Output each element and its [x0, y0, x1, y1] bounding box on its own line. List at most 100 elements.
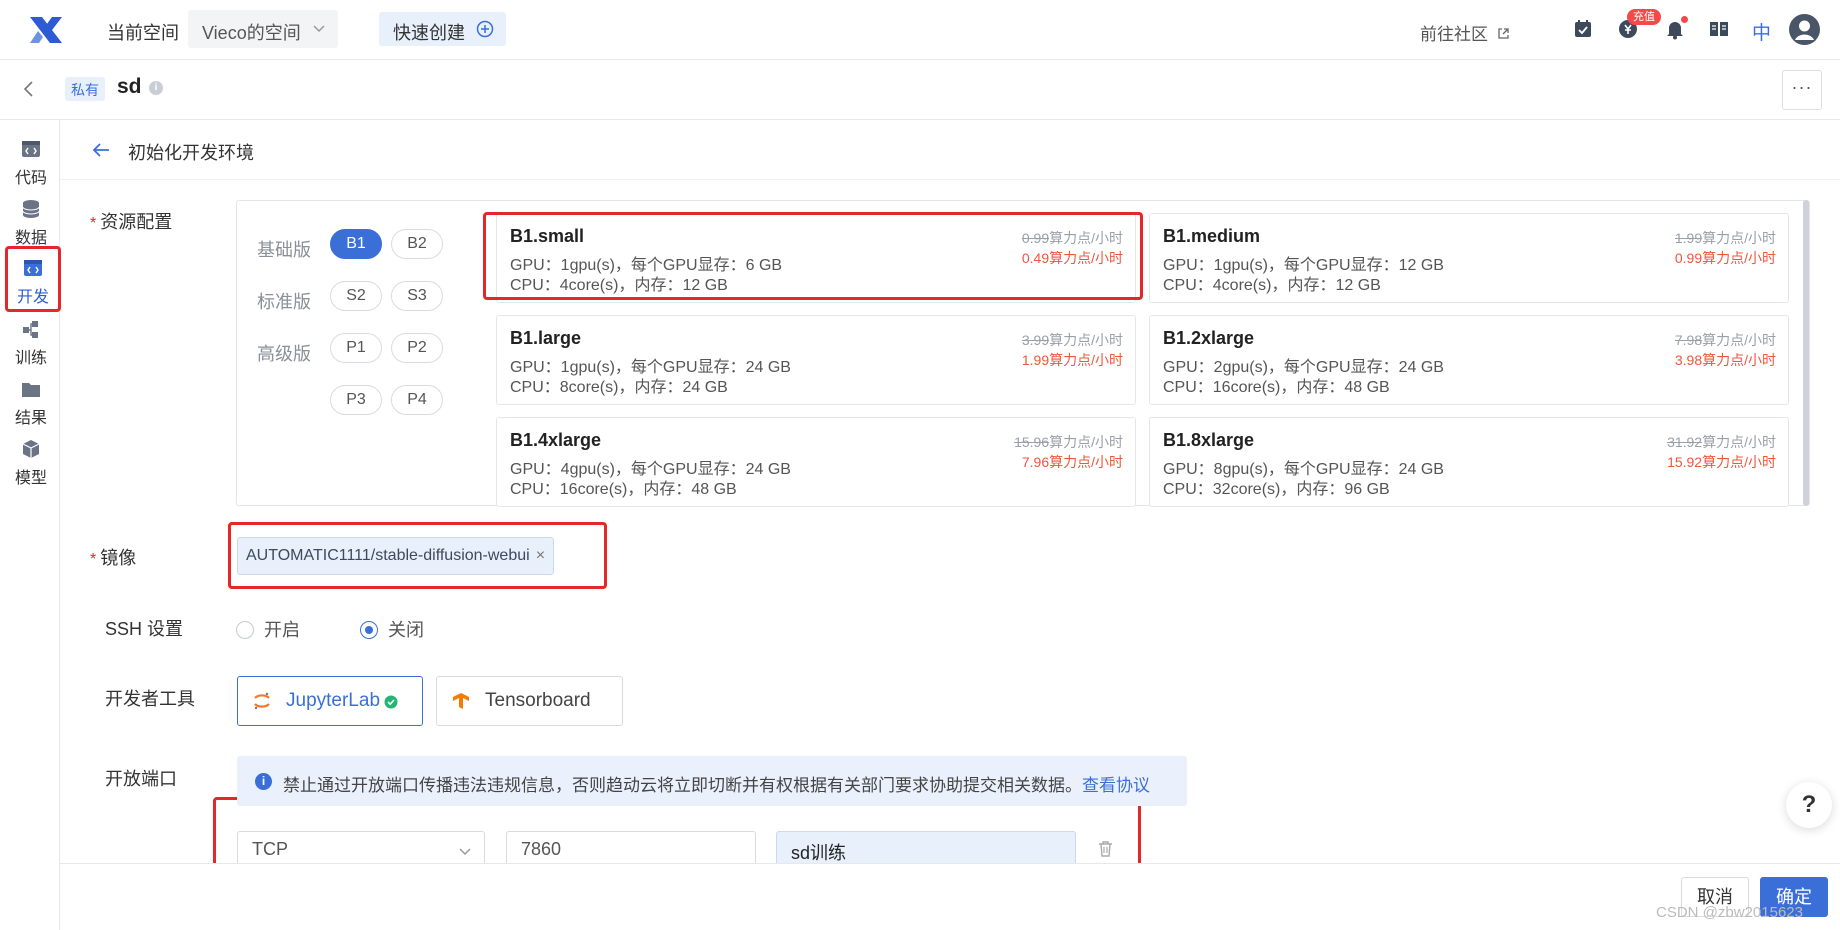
footer-bar: [60, 863, 1840, 930]
workspace-select[interactable]: Vieco的空间: [188, 10, 338, 48]
spec-card-b1-medium[interactable]: B1.medium GPU：1gpu(s)，每个GPU显存：12 GB CPU：…: [1149, 213, 1789, 303]
community-link[interactable]: 前往社区: [1420, 20, 1510, 45]
spec-name: B1.medium: [1163, 226, 1261, 246]
spec-card-b1-4xlarge[interactable]: B1.4xlarge GPU：4gpu(s)，每个GPU显存：24 GB CPU…: [496, 417, 1136, 507]
close-icon[interactable]: ×: [536, 547, 545, 564]
database-icon: [22, 200, 40, 218]
jupyter-icon: [254, 692, 270, 710]
option-p4[interactable]: P4: [391, 385, 443, 415]
calendar-icon[interactable]: [1572, 18, 1594, 40]
image-label-text: 镜像: [100, 548, 137, 568]
spec-card-b1-2xlarge[interactable]: B1.2xlarge GPU：2gpu(s)，每个GPU显存：24 GB CPU…: [1149, 315, 1789, 405]
port-name-input[interactable]: sd训练: [776, 831, 1076, 867]
option-s3[interactable]: S3: [391, 281, 443, 311]
protocol-value: TCP: [252, 839, 288, 859]
spec-old-price: 15.96算力点/小时: [1014, 434, 1123, 450]
info-icon: i: [255, 773, 272, 790]
ports-label: 开放端口: [105, 769, 177, 789]
sidebar-item-label: 数据: [14, 230, 47, 247]
ssh-label: SSH 设置: [105, 619, 184, 639]
project-bar: 私有 sd i ···: [0, 60, 1840, 120]
sidebar-item-label: 代码: [14, 170, 47, 187]
book-icon[interactable]: [1708, 18, 1730, 40]
watermark: CSDN @zbw2015623: [1656, 904, 1803, 921]
ssh-on-radio[interactable]: 开启: [236, 616, 300, 642]
image-label: * 镜像: [90, 544, 136, 570]
required-mark: *: [90, 215, 97, 232]
spec-new-price: 15.92算力点/小时: [1667, 454, 1776, 470]
spec-card-b1-large[interactable]: B1.large GPU：1gpu(s)，每个GPU显存：24 GB CPU：8…: [496, 315, 1136, 405]
spec-cpu: CPU：16core(s)，内存：48 GB: [1163, 379, 1390, 396]
sidebar-item-code[interactable]: 代码: [6, 130, 56, 192]
spec-old-price: 0.99算力点/小时: [1021, 230, 1123, 246]
option-p3[interactable]: P3: [330, 385, 382, 415]
tier-standard: 标准版: [257, 292, 311, 312]
check-circle-icon: [384, 695, 398, 709]
develop-icon: [24, 260, 42, 276]
radio-label: 开启: [264, 620, 300, 640]
page-title: 初始化开发环境: [128, 143, 254, 163]
tool-tensorboard[interactable]: Tensorboard: [436, 676, 623, 726]
resource-label: * 资源配置: [90, 208, 172, 234]
spec-card-b1-8xlarge[interactable]: B1.8xlarge GPU：8gpu(s)，每个GPU显存：24 GB CPU…: [1149, 417, 1789, 507]
more-button[interactable]: ···: [1782, 70, 1822, 110]
quick-create-button[interactable]: 快速创建: [379, 12, 506, 46]
spec-cpu: CPU：8core(s)，内存：24 GB: [510, 379, 728, 396]
tool-jupyterlab[interactable]: JupyterLab: [237, 676, 423, 726]
spec-cpu: CPU：4core(s)，内存：12 GB: [1163, 277, 1381, 294]
sidebar-item-results[interactable]: 结果: [6, 370, 56, 432]
tools-label: 开发者工具: [105, 689, 195, 709]
help-button[interactable]: ?: [1786, 782, 1832, 828]
sidebar-item-label: 模型: [14, 470, 47, 487]
train-icon: [23, 321, 38, 338]
avatar[interactable]: [1789, 14, 1820, 45]
language-switch[interactable]: 中: [1752, 18, 1771, 45]
spec-new-price: 0.49算力点/小时: [1021, 250, 1123, 266]
spec-new-price: 7.96算力点/小时: [1021, 454, 1123, 470]
radio-circle: [236, 621, 254, 639]
top-bar: 当前空间 Vieco的空间 快速创建 前往社区 充值 中: [0, 0, 1840, 60]
radio-label: 关闭: [388, 620, 424, 640]
spec-new-price: 3.98算力点/小时: [1674, 352, 1776, 368]
arrow-left-icon[interactable]: [90, 139, 112, 161]
spec-cpu: CPU：4core(s)，内存：12 GB: [510, 277, 728, 294]
sidebar-item-label: 训练: [14, 350, 47, 367]
tool-name: Tensorboard: [485, 690, 591, 711]
agreement-link[interactable]: 查看协议: [1082, 776, 1150, 795]
folder-icon: [22, 383, 40, 397]
recharge-badge: 充值: [1627, 9, 1661, 25]
protocol-select[interactable]: TCP: [237, 831, 485, 867]
option-b1[interactable]: B1: [330, 229, 382, 259]
app-logo[interactable]: [28, 13, 64, 47]
sidebar-item-data[interactable]: 数据: [6, 190, 56, 252]
spec-card-b1-small[interactable]: B1.small GPU：1gpu(s)，每个GPU显存：6 GB CPU：4c…: [496, 213, 1136, 303]
spec-old-price: 3.99算力点/小时: [1021, 332, 1123, 348]
spec-old-price: 31.92算力点/小时: [1667, 434, 1776, 450]
required-mark: *: [90, 551, 97, 568]
quick-create-label: 快速创建: [393, 23, 465, 43]
sidebar-item-train[interactable]: 训练: [6, 310, 56, 372]
spec-name: B1.4xlarge: [510, 430, 602, 450]
notice-text: 禁止通过开放端口传播违法违规信息，否则趋动云将立即切断并有权根据有关部门要求协助…: [283, 776, 1150, 795]
ssh-off-radio[interactable]: 关闭: [360, 616, 424, 642]
port-input[interactable]: 7860: [506, 831, 756, 867]
resource-label-text: 资源配置: [100, 212, 173, 232]
trash-icon[interactable]: [1097, 840, 1114, 858]
option-b2[interactable]: B2: [391, 229, 443, 259]
option-s2[interactable]: S2: [330, 281, 382, 311]
visibility-tag: 私有: [65, 77, 105, 101]
sidebar-item-develop[interactable]: 开发: [5, 246, 61, 312]
external-link-icon: [1498, 28, 1509, 39]
option-p1[interactable]: P1: [330, 333, 382, 363]
info-icon[interactable]: i: [149, 81, 163, 95]
image-tag[interactable]: AUTOMATIC1111/stable-diffusion-webui ×: [237, 537, 555, 575]
option-p2[interactable]: P2: [391, 333, 443, 363]
user-icon: [1795, 20, 1814, 40]
project-name: sd: [117, 75, 142, 98]
spec-name: B1.small: [510, 226, 585, 246]
sidebar-item-label: 开发: [16, 289, 49, 306]
sidebar-item-model[interactable]: 模型: [6, 430, 56, 492]
sidebar: 代码 数据 开发 训练 结果 模型: [0, 120, 61, 930]
chevron-left-icon[interactable]: [20, 80, 38, 98]
resource-scrollbar[interactable]: [1803, 200, 1809, 506]
